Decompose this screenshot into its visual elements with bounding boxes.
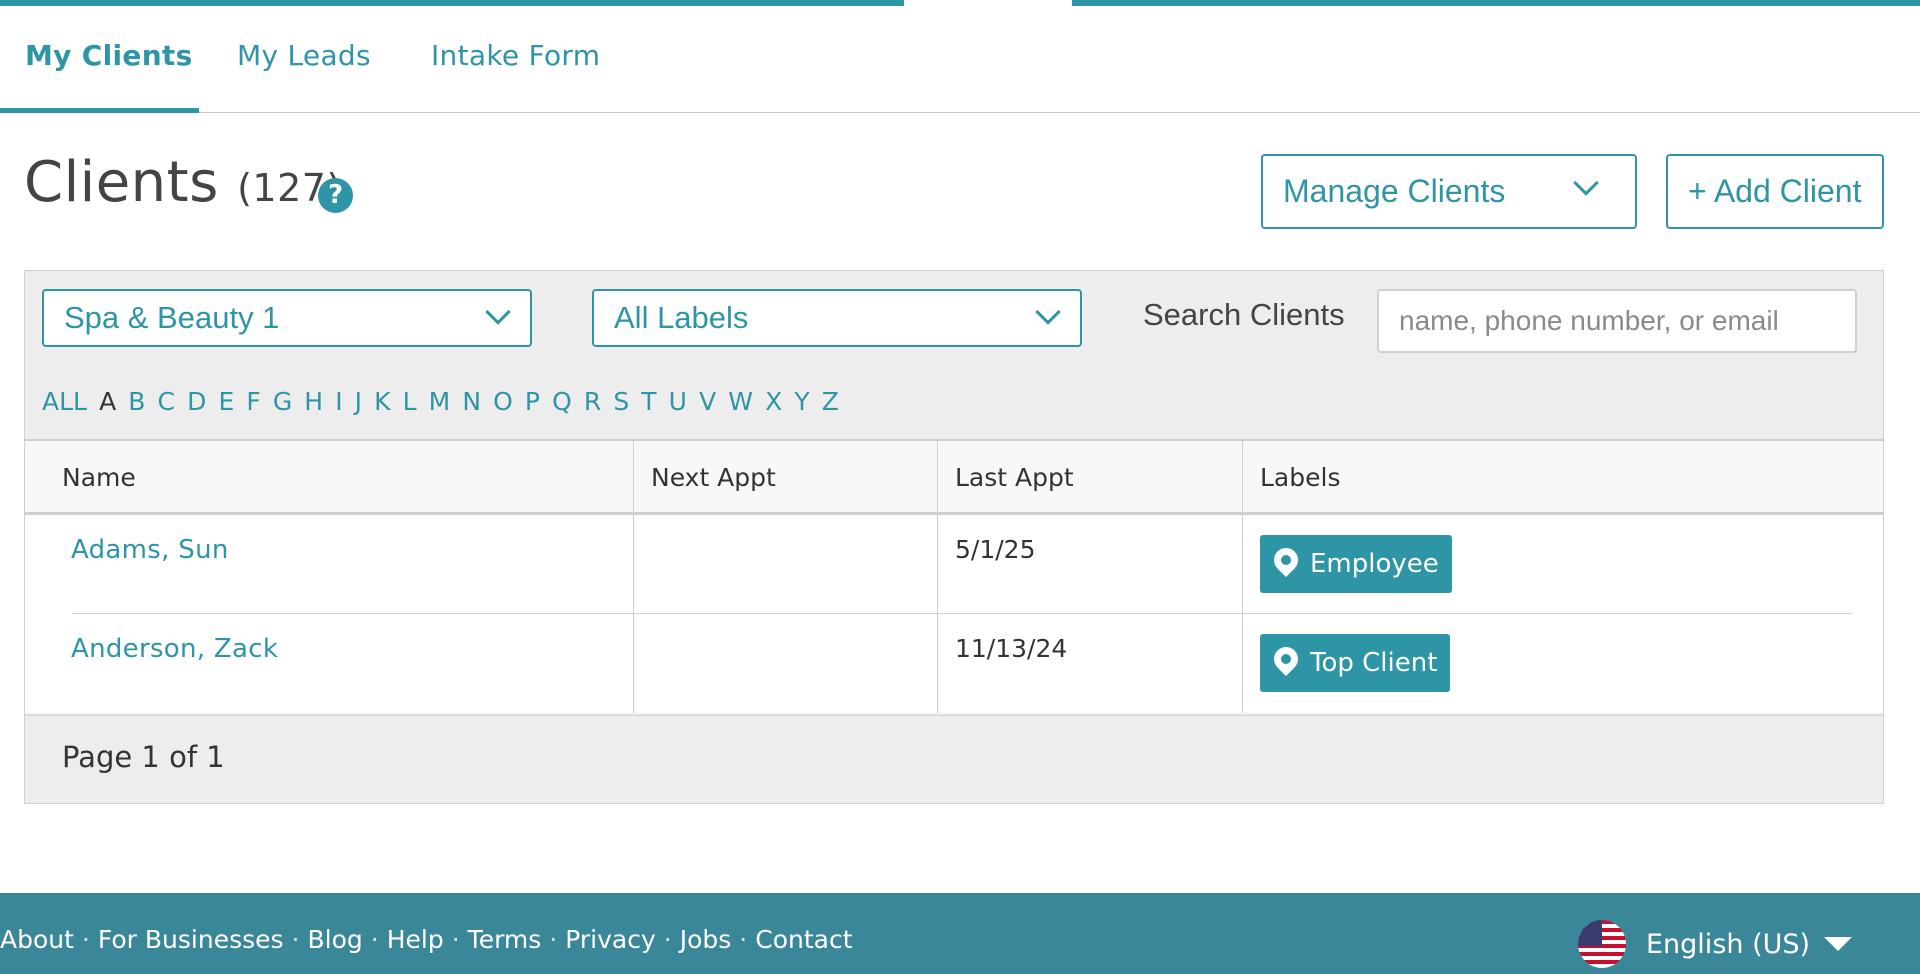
next-appt-cell [633, 515, 937, 614]
client-name-link[interactable]: Adams, Sun [71, 535, 229, 565]
footer-separator: · [81, 925, 90, 954]
chevron-down-icon [485, 299, 511, 325]
name-cell: Anderson, Zack [25, 614, 633, 713]
question-circle-icon[interactable]: ? [318, 178, 353, 213]
tab-my-clients[interactable]: My Clients [25, 6, 193, 113]
label-badge[interactable]: Top Client [1260, 634, 1451, 692]
footer-link-privacy[interactable]: Privacy [565, 925, 656, 954]
alpha-letter-t[interactable]: T [641, 387, 656, 416]
alpha-letter-n[interactable]: N [462, 387, 481, 416]
alpha-letter-p[interactable]: P [525, 387, 540, 416]
footer-link-help[interactable]: Help [387, 925, 444, 954]
footer-separator: · [291, 925, 300, 954]
alpha-letter-b[interactable]: B [128, 387, 145, 416]
alpha-letter-u[interactable]: U [669, 387, 687, 416]
footer-link-about[interactable]: About [0, 925, 74, 954]
table-row: Anderson, Zack 11/13/24 Top Client [25, 614, 1883, 713]
tab-my-leads[interactable]: My Leads [237, 6, 371, 113]
active-tab-indicator [0, 108, 199, 113]
footer-separator: · [370, 925, 379, 954]
last-appt-value: 5/1/25 [955, 535, 1036, 564]
manage-clients-label: Manage Clients [1283, 173, 1506, 209]
alpha-letter-k[interactable]: K [374, 387, 390, 416]
page-title-text: Clients [24, 150, 219, 215]
footer-separator: · [663, 925, 672, 954]
alpha-letter-o[interactable]: O [493, 387, 513, 416]
manage-clients-button[interactable]: Manage Clients [1261, 154, 1637, 229]
venue-select-value: Spa & Beauty 1 [64, 300, 280, 335]
section-tabs: My Clients My Leads Intake Form [0, 6, 1920, 113]
alpha-letter-y[interactable]: Y [794, 387, 809, 416]
page-title: Clients (127) [24, 150, 342, 215]
alpha-letter-j[interactable]: J [355, 387, 362, 416]
alpha-letter-w[interactable]: W [728, 387, 753, 416]
alpha-letter-e[interactable]: E [218, 387, 234, 416]
label-badge-text: Top Client [1310, 648, 1438, 678]
language-label: English (US) [1646, 928, 1811, 960]
label-badge[interactable]: Employee [1260, 535, 1452, 593]
alpha-letter-z[interactable]: Z [822, 387, 839, 416]
page-indicator: Page 1 of 1 [62, 740, 225, 774]
search-clients-label: Search Clients [1143, 297, 1345, 332]
footer-separator: · [451, 925, 460, 954]
footer-link-contact[interactable]: Contact [755, 925, 852, 954]
footer-separator: · [549, 925, 558, 954]
alpha-letter-m[interactable]: M [429, 387, 451, 416]
alpha-letter-h[interactable]: H [304, 387, 323, 416]
add-client-button[interactable]: + Add Client [1666, 154, 1884, 229]
caret-down-icon [1824, 937, 1853, 951]
footer-link-jobs[interactable]: Jobs [680, 925, 732, 954]
label-badge-text: Employee [1310, 549, 1439, 579]
table-header: Name Next Appt Last Appt Labels [25, 441, 1883, 515]
alpha-letter-s[interactable]: S [613, 387, 629, 416]
map-pin-icon [1269, 543, 1303, 577]
alpha-letter-x[interactable]: X [765, 387, 782, 416]
next-appt-cell [633, 614, 937, 713]
footer-link-terms[interactable]: Terms [468, 925, 542, 954]
client-name-link[interactable]: Anderson, Zack [71, 634, 278, 664]
footer-links: About · For Businesses · Blog · Help · Terms · Pri… [0, 925, 853, 954]
search-input[interactable] [1377, 289, 1857, 353]
column-header-labels: Labels [1242, 441, 1883, 515]
clients-table: Name Next Appt Last Appt Labels Adams, S… [25, 439, 1883, 713]
us-flag-icon [1578, 920, 1626, 968]
alpha-letter-f[interactable]: F [246, 387, 260, 416]
alpha-letter-g[interactable]: G [273, 387, 292, 416]
last-appt-cell: 11/13/24 [937, 614, 1242, 713]
clients-panel: Spa & Beauty 1 All Labels Search Clients… [24, 270, 1884, 804]
column-header-name[interactable]: Name [25, 441, 633, 515]
map-pin-icon [1269, 642, 1303, 676]
chevron-down-icon [1035, 299, 1061, 325]
labels-cell: Employee [1242, 515, 1883, 614]
footer-separator: · [739, 925, 748, 954]
venue-select[interactable]: Spa & Beauty 1 [42, 289, 532, 347]
pagination: Page 1 of 1 [25, 715, 1883, 803]
alphabet-filter: ALL A B C D E F G H I J K L M N O P Q R … [42, 387, 846, 416]
alpha-all[interactable]: ALL [42, 387, 87, 416]
footer-link-blog[interactable]: Blog [308, 925, 363, 954]
footer-link-for-businesses[interactable]: For Businesses [98, 925, 284, 954]
alpha-letter-q[interactable]: Q [552, 387, 572, 416]
last-appt-cell: 5/1/25 [937, 515, 1242, 614]
alpha-letter-v[interactable]: V [699, 387, 716, 416]
chevron-down-icon [1573, 170, 1599, 196]
alpha-letter-r[interactable]: R [584, 387, 601, 416]
language-selector[interactable]: English (US) [1578, 920, 1853, 968]
name-cell: Adams, Sun [25, 515, 633, 614]
column-header-next-appt[interactable]: Next Appt [633, 441, 937, 515]
alpha-letter-c[interactable]: C [158, 387, 175, 416]
alpha-letter-a[interactable]: A [99, 387, 116, 416]
site-footer: About · For Businesses · Blog · Help · Terms · Pri… [0, 893, 1920, 974]
labels-select[interactable]: All Labels [592, 289, 1082, 347]
labels-cell: Top Client [1242, 614, 1883, 713]
column-header-last-appt[interactable]: Last Appt [937, 441, 1242, 515]
table-row: Adams, Sun 5/1/25 Employee [25, 515, 1883, 614]
alpha-letter-l[interactable]: L [403, 387, 417, 416]
alpha-letter-i[interactable]: I [335, 387, 342, 416]
labels-select-value: All Labels [614, 300, 749, 335]
tab-intake-form[interactable]: Intake Form [431, 6, 600, 113]
alpha-letter-d[interactable]: D [187, 387, 206, 416]
last-appt-value: 11/13/24 [955, 634, 1068, 663]
add-client-label: + Add Client [1688, 173, 1862, 209]
